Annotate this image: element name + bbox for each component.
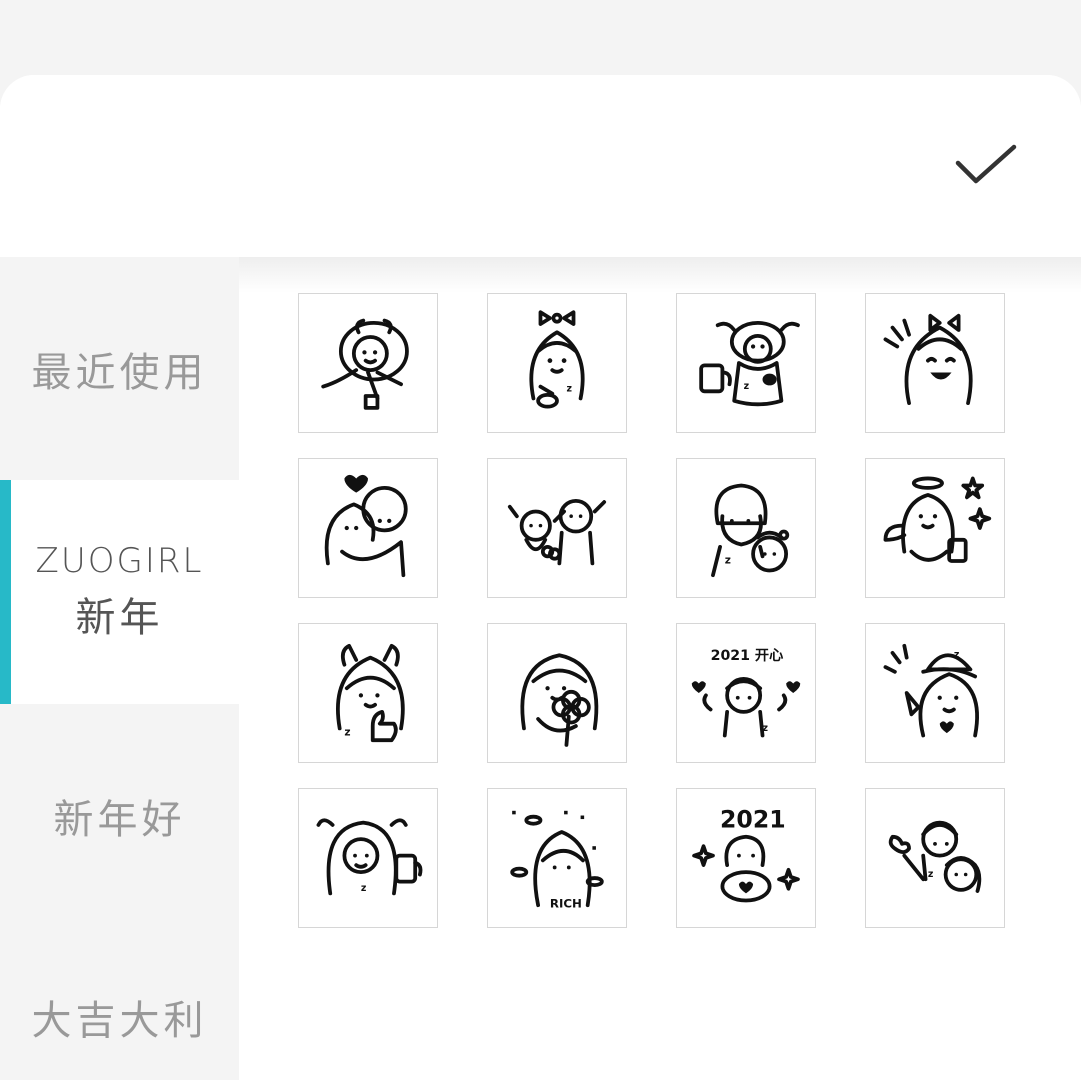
sticker-tile[interactable] — [865, 293, 1005, 433]
girl-devil-horns-thumbs-up-sticker: z — [336, 643, 405, 743]
sticker-tile[interactable] — [487, 623, 627, 763]
svg-text:z: z — [344, 725, 350, 738]
happy-2021-girl-sticker: 2021 开心 z — [691, 648, 801, 738]
couple-waving-sticker: z — [888, 820, 982, 893]
girl-holding-flower-sticker — [520, 653, 599, 747]
couple-sleepy-sticker: z — [711, 483, 790, 578]
check-icon — [955, 144, 1017, 184]
sticker-tile[interactable] — [487, 458, 627, 598]
sticker-tile[interactable]: z — [865, 623, 1005, 763]
category-sidebar: 最近使用 ZUOGIRL 新年 新年好 大吉大利 — [0, 257, 239, 1080]
panel-header — [0, 75, 1081, 257]
category-zuogirl-new-year[interactable]: ZUOGIRL 新年 — [0, 480, 239, 704]
confirm-button[interactable] — [946, 133, 1026, 197]
sticker-tile[interactable]: z — [298, 623, 438, 763]
category-recent[interactable]: 最近使用 — [0, 257, 239, 481]
sticker-tile[interactable] — [865, 458, 1005, 598]
svg-text:z: z — [361, 883, 367, 894]
sticker-tile[interactable]: z — [676, 458, 816, 598]
sticker-tile[interactable]: 2021 开心 z — [676, 623, 816, 763]
category-label: 大吉大利 — [31, 998, 208, 1044]
sticker-caption: 2021 — [720, 805, 786, 833]
girl-with-bow-eating-sticker: z — [529, 310, 585, 409]
sticker-tile[interactable]: z — [865, 788, 1005, 928]
sticker-caption: RICH — [550, 897, 582, 911]
sticker-tile[interactable] — [298, 458, 438, 598]
sticker-tile[interactable]: z — [487, 293, 627, 433]
sticker-caption: 2021 开心 — [711, 648, 784, 664]
couple-cheering-sticker — [507, 498, 607, 566]
category-label-line2: 新年 — [75, 595, 164, 641]
sticker-tile[interactable]: 2021 — [676, 788, 816, 928]
sticker-tile[interactable]: z — [676, 293, 816, 433]
category-label: 新年好 — [53, 797, 186, 843]
angel-girl-with-stars-sticker — [883, 476, 992, 563]
svg-text:z: z — [954, 650, 960, 661]
header-shadow — [239, 257, 1081, 293]
category-happy-new-year[interactable]: 新年好 — [0, 704, 239, 928]
category-good-luck[interactable]: 大吉大利 — [0, 927, 239, 1080]
party-hat-girl-sticker: z — [883, 643, 979, 738]
rich-girl-with-gold-sticker: RICH — [510, 810, 604, 911]
sticker-grid: z z z z 2021 开心 z z z RICH 2021 z — [239, 293, 1081, 1080]
svg-text:z: z — [725, 553, 731, 566]
cow-costume-with-drink-sticker: z — [699, 320, 800, 407]
sticker-tile[interactable]: RICH — [487, 788, 627, 928]
2021-girl-heart-hands-sticker: 2021 — [692, 805, 800, 903]
couple-hug-heart-sticker — [324, 474, 408, 578]
active-indicator — [0, 480, 11, 704]
sticker-panel: 最近使用 ZUOGIRL 新年 新年好 大吉大利 z z z z 2021 开心… — [0, 75, 1081, 1080]
svg-text:z: z — [928, 869, 934, 880]
svg-text:z: z — [744, 381, 750, 392]
cow-hood-girl-with-drink-sticker: z — [316, 818, 423, 896]
sticker-tile[interactable] — [298, 293, 438, 433]
sticker-tile[interactable]: z — [298, 788, 438, 928]
category-label-line1: ZUOGIRL — [35, 541, 204, 581]
laughing-girl-with-bow-sticker — [883, 313, 973, 406]
svg-text:z: z — [763, 723, 769, 734]
svg-text:z: z — [566, 383, 572, 394]
category-label: 最近使用 — [31, 350, 208, 396]
girl-in-cow-costume-lying-sticker — [321, 318, 409, 410]
